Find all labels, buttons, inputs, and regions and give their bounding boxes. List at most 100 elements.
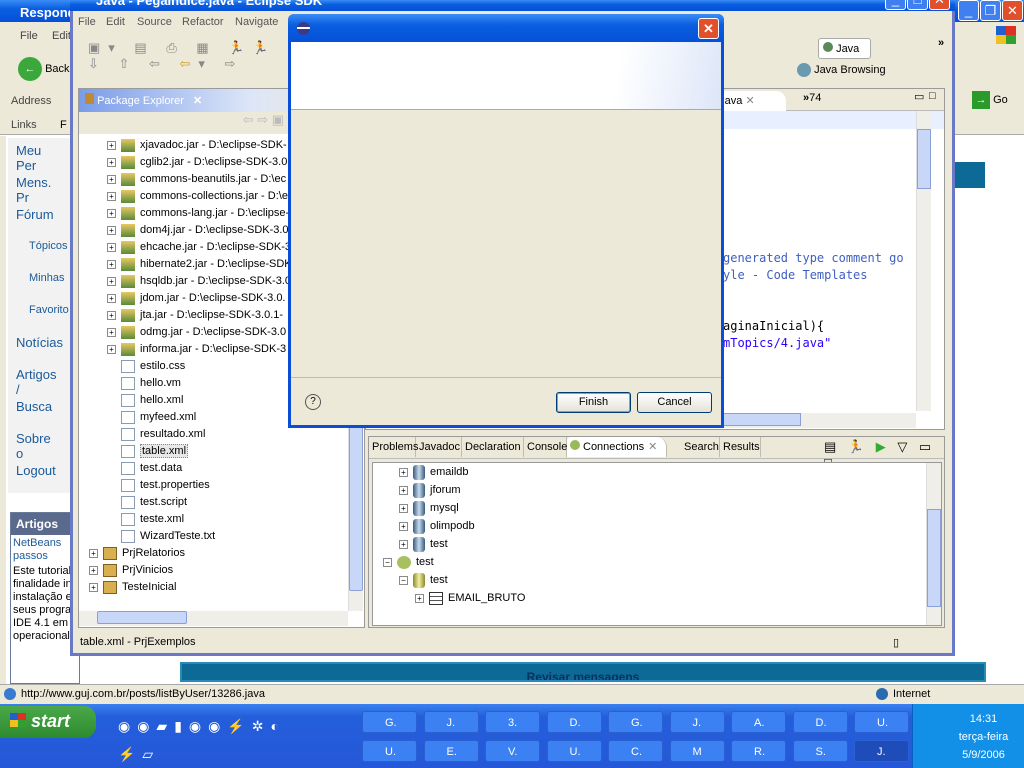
clock-time[interactable]: 14:31	[943, 710, 1024, 728]
revisar-banner[interactable]: Revisar mensagens	[180, 662, 986, 682]
close-tab-icon[interactable]: ✕	[193, 95, 202, 107]
nav-link[interactable]: Logout	[16, 463, 56, 478]
go-button[interactable]: → Go	[972, 91, 1008, 109]
tree-item[interactable]: + jta.jar - D:\eclipse-SDK-3.0.1-	[107, 307, 283, 324]
perspective-java-button[interactable]: Java	[818, 38, 871, 59]
taskbar-button[interactable]: G.	[608, 711, 663, 733]
taskbar-button[interactable]: M	[669, 740, 725, 762]
more-editors-button[interactable]: »74	[803, 92, 821, 104]
nav-link[interactable]: Mens. Pr	[16, 175, 51, 205]
taskbar-button[interactable]: E.	[423, 740, 479, 762]
connection-item[interactable]: + test	[399, 535, 448, 553]
expand-icon[interactable]: +	[107, 157, 116, 167]
nav-link[interactable]: Busca	[16, 399, 52, 414]
expand-icon[interactable]: +	[107, 344, 116, 354]
tree-item[interactable]: teste.xml	[121, 511, 184, 528]
expand-icon[interactable]: +	[107, 310, 116, 320]
expand-icon[interactable]: −	[383, 557, 392, 567]
eclipse-menu-edit[interactable]: Edit	[106, 16, 125, 28]
tree-item[interactable]: + hibernate2.jar - D:\eclipse-SDK	[107, 256, 292, 273]
toolbar-overflow-button[interactable]: »	[938, 37, 944, 49]
expand-icon[interactable]: +	[107, 191, 116, 201]
expand-icon[interactable]: −	[399, 575, 408, 585]
help-button[interactable]: ?	[305, 394, 321, 410]
eclipse-menu-refactor[interactable]: Refactor	[182, 16, 224, 28]
nav-link[interactable]: Sobre o	[16, 431, 51, 461]
tab-console[interactable]: Console	[524, 437, 567, 457]
tree-item[interactable]: + cglib2.jar - D:\eclipse-SDK-3.0	[107, 154, 287, 171]
tree-item[interactable]: estilo.css	[121, 358, 185, 375]
finish-button[interactable]: Finish	[556, 392, 631, 413]
editor-vscrollbar[interactable]	[916, 111, 931, 411]
nav-link[interactable]: Favorito	[29, 304, 69, 316]
tree-item[interactable]: test.properties	[121, 477, 210, 494]
tab-javadoc[interactable]: Javadoc	[416, 437, 462, 457]
tree-item[interactable]: + commons-collections.jar - D:\e	[107, 188, 288, 205]
tree-item[interactable]: + hsqldb.jar - D:\eclipse-SDK-3.0	[107, 273, 291, 290]
nav-link[interactable]: Minhas	[29, 272, 64, 284]
expand-icon[interactable]: +	[399, 521, 408, 531]
taskbar-button[interactable]: A.	[731, 711, 786, 733]
minimize-view-icon[interactable]: ▭	[914, 90, 924, 103]
ie-menu-file[interactable]: File	[20, 30, 38, 42]
expand-icon[interactable]: +	[107, 259, 116, 269]
expand-icon[interactable]: +	[107, 208, 116, 218]
tree-item[interactable]: hello.vm	[121, 375, 181, 392]
tree-item[interactable]: + PrjVinicios	[89, 562, 173, 579]
ie-minimize-button[interactable]: _	[958, 0, 979, 21]
tree-item[interactable]: test.script	[121, 494, 187, 511]
tree-item[interactable]: + informa.jar - D:\eclipse-SDK-3	[107, 341, 286, 358]
package-explorer-tab[interactable]: Package Explorer	[97, 95, 184, 107]
tab-search[interactable]: Search	[681, 437, 720, 457]
taskbar-button[interactable]: 3.	[485, 711, 540, 733]
tree-item[interactable]: myfeed.xml	[121, 409, 196, 426]
tab-connections[interactable]: Connections ✕	[567, 437, 667, 457]
close-tab-icon[interactable]: ✕	[745, 95, 754, 107]
eclipse-menu-source[interactable]: Source	[137, 16, 172, 28]
connection-item[interactable]: + jforum	[399, 481, 461, 499]
tree-item[interactable]: + commons-lang.jar - D:\eclipse-	[107, 205, 289, 222]
connection-item[interactable]: − test	[383, 553, 434, 571]
taskbar-button[interactable]: C.	[608, 740, 663, 762]
connections-vscrollbar[interactable]	[926, 463, 941, 625]
expand-icon[interactable]: +	[399, 503, 408, 513]
perspective-browsing-button[interactable]: Java Browsing	[797, 63, 886, 77]
expand-icon[interactable]: +	[399, 467, 408, 477]
expand-icon[interactable]: +	[107, 293, 116, 303]
expand-icon[interactable]: +	[107, 225, 116, 235]
tree-item[interactable]: + PrjRelatorios	[89, 545, 185, 562]
nav-link[interactable]: Artigos /	[16, 367, 56, 397]
tree-item[interactable]: + commons-beanutils.jar - D:\ec	[107, 171, 286, 188]
maximize-view-icon[interactable]: □	[929, 90, 936, 102]
taskbar-button[interactable]: U.	[546, 740, 602, 762]
dialog-close-button[interactable]: ✕	[698, 18, 719, 39]
taskbar-button[interactable]: U.	[362, 740, 417, 762]
tab-declaration[interactable]: Declaration	[462, 437, 524, 457]
tree-item[interactable]: + dom4j.jar - D:\eclipse-SDK-3.0	[107, 222, 289, 239]
connection-item[interactable]: + olimpodb	[399, 517, 475, 535]
ie-close-button[interactable]: ✕	[1002, 0, 1023, 21]
tab-problems[interactable]: Problems	[369, 437, 418, 457]
connection-item[interactable]: + emaildb	[399, 463, 469, 481]
tree-item[interactable]: + odmg.jar - D:\eclipse-SDK-3.0	[107, 324, 286, 341]
articles-link[interactable]: NetBeans passos	[11, 535, 71, 565]
taskbar-button[interactable]: G.	[362, 711, 417, 733]
eclipse-minimize-button[interactable]: _	[885, 0, 906, 10]
nav-link[interactable]: Meu Per	[16, 143, 41, 173]
tree-item[interactable]: + xjavadoc.jar - D:\eclipse-SDK-	[107, 137, 287, 154]
tree-item[interactable]: + TesteInicial	[89, 579, 176, 596]
ie-menu-edit[interactable]: Edit	[52, 30, 71, 42]
nav-link[interactable]: Fórum	[16, 207, 54, 222]
connection-item[interactable]: + EMAIL_BRUTO	[415, 589, 525, 607]
tree-item[interactable]: + ehcache.jar - D:\eclipse-SDK-3	[107, 239, 291, 256]
eclipse-menu-file[interactable]: File	[78, 16, 96, 28]
tree-item[interactable]: hello.xml	[121, 392, 183, 409]
eclipse-maximize-button[interactable]: □	[907, 0, 928, 10]
nav-link[interactable]: Notícias	[16, 335, 63, 350]
start-button[interactable]: start	[0, 706, 96, 738]
taskbar-button[interactable]: J.	[423, 711, 479, 733]
expand-icon[interactable]: +	[89, 582, 98, 592]
connection-item[interactable]: + mysql	[399, 499, 459, 517]
expand-icon[interactable]: +	[107, 140, 116, 150]
tree-item[interactable]: test.data	[121, 460, 182, 477]
